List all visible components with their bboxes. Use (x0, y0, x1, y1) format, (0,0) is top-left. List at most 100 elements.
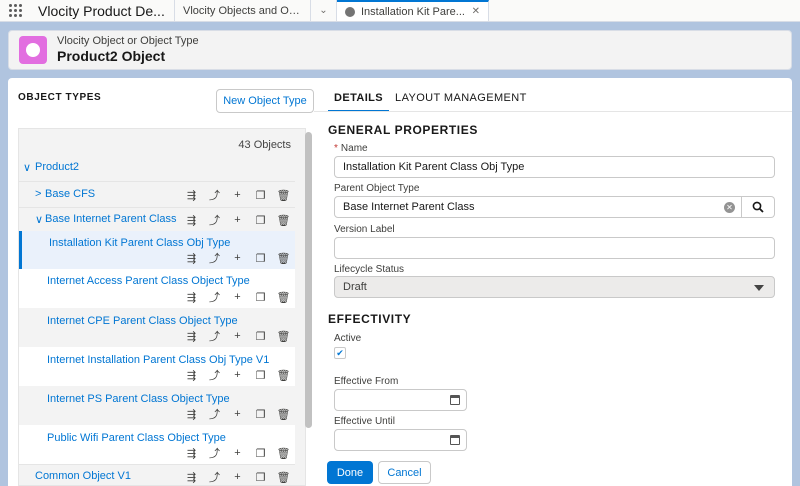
tab-details[interactable]: DETAILS (328, 86, 390, 112)
chevron-right-icon[interactable]: > (35, 188, 41, 200)
app-launcher-icon[interactable] (0, 0, 30, 21)
checkmark-icon: ✔ (336, 347, 344, 358)
chevron-down-icon[interactable]: ∨ (35, 213, 43, 226)
active-checkbox[interactable]: ✔ (334, 347, 346, 359)
chevron-down-icon[interactable]: ∨ (23, 161, 31, 174)
reorder-icon[interactable]: ⇶ (180, 188, 203, 202)
tree-node-installation-kit[interactable]: Installation Kit Parent Class Obj Type ⇶… (19, 231, 295, 269)
tree-node-product2[interactable]: ∨ Product2 (19, 155, 295, 181)
reorder-icon[interactable]: ⇶ (180, 446, 203, 460)
search-button[interactable] (742, 196, 775, 218)
copy-icon[interactable]: ❐ (249, 446, 272, 460)
add-icon[interactable]: + (226, 188, 249, 202)
add-icon[interactable]: + (226, 251, 249, 265)
move-icon[interactable]: ⤴ (203, 188, 226, 202)
search-icon (752, 201, 764, 213)
copy-icon[interactable]: ❐ (249, 368, 272, 382)
parent-object-type-value: Base Internet Parent Class (343, 201, 475, 213)
add-icon[interactable]: + (226, 407, 249, 421)
copy-icon[interactable]: ❐ (249, 329, 272, 343)
reorder-icon[interactable]: ⇶ (180, 213, 203, 227)
reorder-icon[interactable]: ⇶ (180, 407, 203, 421)
tree-node-label[interactable]: Base CFS (45, 188, 95, 200)
reorder-icon[interactable]: ⇶ (180, 329, 203, 343)
move-icon[interactable]: ⤴ (203, 368, 226, 382)
tree-node-common-object[interactable]: Common Object V1 ⇶ ⤴ + ❐ 🗑 (19, 464, 295, 485)
reorder-icon[interactable]: ⇶ (180, 290, 203, 304)
add-icon[interactable]: + (226, 470, 249, 484)
copy-icon[interactable]: ❐ (249, 407, 272, 421)
add-icon[interactable]: + (226, 213, 249, 227)
delete-icon[interactable]: 🗑 (272, 446, 295, 460)
version-label-label: Version Label (334, 224, 395, 235)
close-icon[interactable]: ✕ (472, 6, 480, 17)
delete-icon[interactable]: 🗑 (272, 290, 295, 304)
copy-icon[interactable]: ❐ (249, 251, 272, 265)
copy-icon[interactable]: ❐ (249, 188, 272, 202)
cancel-button[interactable]: Cancel (378, 461, 431, 484)
delete-icon[interactable]: 🗑 (272, 329, 295, 343)
new-object-type-button[interactable]: New Object Type (216, 89, 314, 113)
delete-icon[interactable]: 🗑 (272, 368, 295, 382)
tree-node-label[interactable]: Internet Access Parent Class Object Type (47, 275, 250, 287)
main-content: OBJECT TYPES New Object Type 43 Objects … (8, 78, 792, 486)
effective-from-date-input[interactable] (334, 389, 467, 411)
tree-node-public-wifi[interactable]: Public Wifi Parent Class Object Type ⇶ ⤴… (19, 425, 295, 464)
add-icon[interactable]: + (226, 290, 249, 304)
calendar-icon[interactable] (450, 395, 460, 405)
delete-icon[interactable]: 🗑 (272, 407, 295, 421)
reorder-icon[interactable]: ⇶ (180, 368, 203, 382)
move-icon[interactable]: ⤴ (203, 446, 226, 460)
calendar-icon[interactable] (450, 435, 460, 445)
delete-icon[interactable]: 🗑 (272, 470, 295, 484)
copy-icon[interactable]: ❐ (249, 470, 272, 484)
app-name: Vlocity Product De... (30, 0, 175, 21)
clear-icon[interactable]: ✕ (724, 202, 735, 213)
tree-node-label[interactable]: Internet CPE Parent Class Object Type (47, 315, 238, 327)
move-icon[interactable]: ⤴ (203, 290, 226, 304)
parent-object-type-input[interactable]: Base Internet Parent Class ✕ (334, 196, 742, 218)
move-icon[interactable]: ⤴ (203, 329, 226, 343)
add-icon[interactable]: + (226, 446, 249, 460)
globe-icon (345, 6, 355, 17)
add-icon[interactable]: + (226, 368, 249, 382)
name-input[interactable]: Installation Kit Parent Class Obj Type (334, 156, 775, 178)
tab-installation-kit[interactable]: Installation Kit Pare... ✕ (337, 0, 489, 21)
copy-icon[interactable]: ❐ (249, 290, 272, 304)
tree-node-base-internet[interactable]: ∨ Base Internet Parent Class ⇶ ⤴ + ❐ 🗑 (19, 207, 295, 231)
tree-node-label[interactable]: Product2 (35, 161, 79, 173)
tree-node-label[interactable]: Internet PS Parent Class Object Type (47, 393, 230, 405)
move-icon[interactable]: ⤴ (203, 213, 226, 227)
delete-icon[interactable]: 🗑 (272, 213, 295, 227)
done-button[interactable]: Done (327, 461, 373, 484)
tree-node-label[interactable]: Installation Kit Parent Class Obj Type (49, 237, 230, 249)
tree-node-internet-cpe[interactable]: Internet CPE Parent Class Object Type ⇶ … (19, 308, 295, 347)
tree-node-label[interactable]: Common Object V1 (35, 470, 131, 482)
reorder-icon[interactable]: ⇶ (180, 470, 203, 484)
page-subtitle: Vlocity Object or Object Type (57, 35, 199, 47)
delete-icon[interactable]: 🗑 (272, 251, 295, 265)
tree-node-base-cfs[interactable]: > Base CFS ⇶ ⤴ + ❐ 🗑 (19, 181, 295, 207)
copy-icon[interactable]: ❐ (249, 213, 272, 227)
lifecycle-status-select[interactable]: Draft (334, 276, 775, 298)
tree-node-internet-installation[interactable]: Internet Installation Parent Class Obj T… (19, 347, 295, 386)
reorder-icon[interactable]: ⇶ (180, 251, 203, 265)
tree-node-label[interactable]: Internet Installation Parent Class Obj T… (47, 354, 269, 366)
chevron-down-icon[interactable]: ⌄ (311, 0, 337, 21)
tree-node-internet-access[interactable]: Internet Access Parent Class Object Type… (19, 269, 295, 308)
name-label: * Name (334, 143, 368, 154)
delete-icon[interactable]: 🗑 (272, 188, 295, 202)
effectivity-title: EFFECTIVITY (328, 312, 412, 326)
tab-objects[interactable]: Vlocity Objects and Obje... (175, 0, 311, 21)
version-label-input[interactable] (334, 237, 775, 259)
tree-scrollbar[interactable] (305, 132, 312, 428)
tree-node-label[interactable]: Public Wifi Parent Class Object Type (47, 432, 226, 444)
tree-node-internet-ps[interactable]: Internet PS Parent Class Object Type ⇶ ⤴… (19, 386, 295, 425)
add-icon[interactable]: + (226, 329, 249, 343)
move-icon[interactable]: ⤴ (203, 251, 226, 265)
effective-until-date-input[interactable] (334, 429, 467, 451)
tree-node-label[interactable]: Base Internet Parent Class (45, 213, 176, 225)
move-icon[interactable]: ⤴ (203, 470, 226, 484)
move-icon[interactable]: ⤴ (203, 407, 226, 421)
tab-layout-management[interactable]: LAYOUT MANAGEMENT (389, 86, 533, 112)
